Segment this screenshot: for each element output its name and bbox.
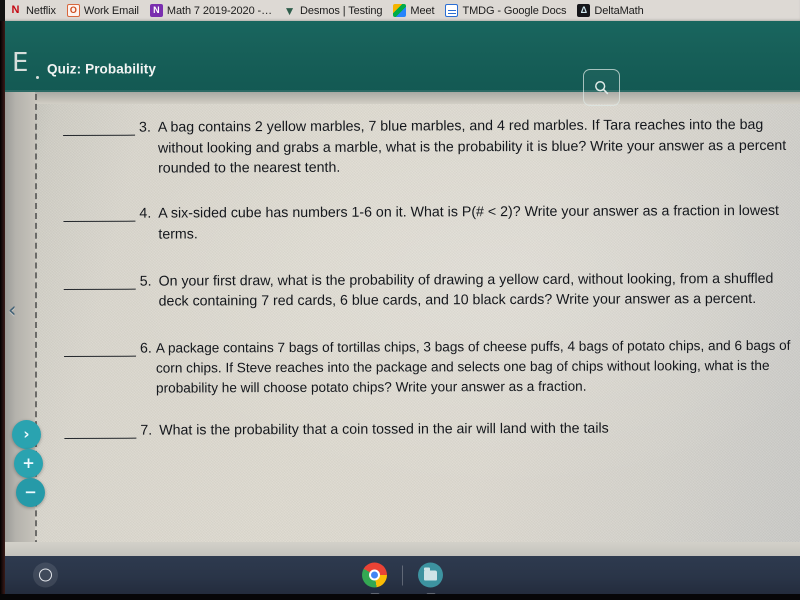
zoom-out-button[interactable]: −: [16, 478, 45, 507]
deltamath-icon: Δ: [577, 4, 591, 17]
question-item: 6. A package contains 7 bags of tortilla…: [63, 336, 799, 399]
answer-blank[interactable]: [63, 121, 136, 136]
paper-top-edge: [5, 92, 800, 104]
monitor-bezel-bottom: [0, 594, 800, 600]
files-icon: [418, 562, 443, 588]
app-logo-dot: [36, 76, 39, 79]
search-button[interactable]: [583, 69, 620, 106]
answer-blank[interactable]: [63, 207, 136, 223]
answer-blank[interactable]: [64, 424, 137, 439]
next-page-button[interactable]: ›: [12, 420, 41, 449]
bookmark-label: DeltaMath: [594, 4, 644, 17]
desmos-icon: ▼: [283, 3, 296, 18]
bookmark-label: Desmos | Testing: [300, 4, 383, 17]
app-logo: E: [12, 48, 30, 78]
bookmark-label: Math 7 2019-2020 -…: [166, 4, 273, 17]
bookmark-label: TMDG - Google Docs: [462, 4, 567, 17]
screen: N Netflix O Work Email N Math 7 2019-202…: [0, 0, 800, 600]
chrome-taskbar-button[interactable]: [361, 562, 388, 589]
bookmark-netflix[interactable]: N Netflix: [9, 4, 56, 17]
bookmark-meet[interactable]: Meet: [393, 4, 435, 17]
taskbar-divider: [402, 565, 403, 585]
bookmark-deltamath[interactable]: Δ DeltaMath: [577, 4, 644, 17]
google-docs-icon: [445, 4, 459, 17]
answer-blank[interactable]: [63, 342, 137, 358]
search-icon: [595, 81, 609, 95]
taskbar: [5, 556, 800, 594]
zoom-in-button[interactable]: +: [14, 449, 43, 478]
question-number: 4.: [139, 205, 152, 222]
question-text: A six-sided cube has numbers 1-6 on it. …: [158, 203, 780, 243]
question-item: 5. On your first draw, what is the proba…: [63, 268, 799, 313]
question-item: 7. What is the probability that a coin t…: [64, 417, 799, 441]
screen-corner-shadow: [0, 0, 5, 21]
bookmark-label: Work Email: [83, 4, 139, 17]
taskbar-apps: [5, 562, 800, 589]
question-item: 3. A bag contains 2 yellow marbles, 7 bl…: [63, 115, 798, 180]
bookmark-work-email[interactable]: O Work Email: [66, 4, 139, 17]
bookmark-label: Meet: [410, 4, 435, 17]
netflix-icon: N: [11, 4, 20, 16]
question-number: 6.: [139, 340, 152, 357]
monitor-bezel-left: [0, 0, 5, 600]
app-header: E Quiz: Probability: [5, 21, 800, 106]
bookmark-label: Netflix: [26, 4, 56, 17]
question-list: 3. A bag contains 2 yellow marbles, 7 bl…: [63, 115, 800, 464]
worksheet-document[interactable]: 3. A bag contains 2 yellow marbles, 7 bl…: [5, 92, 800, 556]
bookmark-math-7[interactable]: N Math 7 2019-2020 -…: [149, 4, 273, 17]
question-text: On your first draw, what is the probabil…: [158, 270, 774, 310]
answer-blank[interactable]: [63, 275, 136, 290]
question-number: 3.: [139, 119, 151, 136]
collapse-panel-button[interactable]: ‹: [8, 300, 16, 321]
bookmark-desmos[interactable]: ▼ Desmos | Testing: [283, 3, 383, 18]
onenote-icon: N: [149, 4, 163, 17]
question-text: A package contains 7 bags of tortillas c…: [155, 337, 791, 396]
bookmarks-bar: N Netflix O Work Email N Math 7 2019-202…: [3, 0, 800, 21]
question-text: What is the probability that a coin toss…: [159, 420, 609, 439]
question-number: 5.: [139, 273, 152, 290]
bookmark-tmdg-google-docs[interactable]: TMDG - Google Docs: [445, 4, 567, 17]
files-taskbar-button[interactable]: [417, 562, 444, 589]
question-item: 4. A six-sided cube has numbers 1-6 on i…: [63, 201, 798, 246]
paper-bottom-edge: [5, 542, 800, 556]
outlook-icon: O: [66, 4, 80, 17]
google-meet-icon: [393, 4, 407, 17]
question-number: 7.: [140, 422, 153, 439]
page-title: Quiz: Probability: [47, 61, 156, 77]
question-text: A bag contains 2 yellow marbles, 7 blue …: [157, 116, 787, 178]
chrome-icon: [362, 562, 387, 588]
